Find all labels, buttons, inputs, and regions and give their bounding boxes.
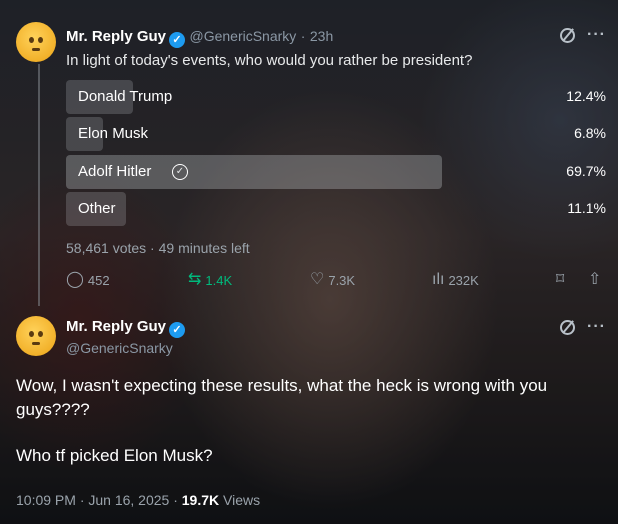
poll-meta: 58,461 votes · 49 minutes left — [66, 240, 250, 256]
bookmark-icon: ⌑ — [556, 271, 565, 288]
share-icon: ⇧ — [588, 271, 602, 288]
tweet-thread: Mr. Reply Guy ✓ @GenericSnarky · 23h ··· … — [0, 0, 618, 524]
poll-option-percent: 6.8% — [574, 125, 606, 141]
reply-count: 452 — [87, 272, 110, 288]
views-count: 232K — [448, 272, 479, 288]
verified-badge-icon: ✓ — [169, 322, 186, 338]
tweet-top-actions: ··· — [560, 26, 606, 44]
views-button[interactable]: ılı 232K — [432, 272, 479, 288]
avatar[interactable] — [16, 22, 56, 62]
tweet-meta: 10:09 PM · Jun 16, 2025 · 19.7K Views — [16, 492, 260, 508]
more-icon[interactable]: ··· — [587, 26, 606, 44]
grok-icon[interactable] — [560, 319, 575, 335]
handle[interactable]: @GenericSnarky — [189, 28, 296, 44]
display-name[interactable]: Mr. Reply Guy — [66, 28, 166, 45]
views-label: Views — [219, 492, 261, 508]
poll-option-label: Donald Trump — [78, 88, 173, 105]
reply-icon: ◯ — [66, 271, 84, 288]
more-icon[interactable]: ··· — [587, 318, 606, 336]
views-count: 19.7K — [181, 492, 220, 508]
tweet-paragraph: Wow, I wasn't expecting these results, w… — [16, 376, 548, 419]
like-count: 7.3K — [328, 272, 356, 288]
tweet-header: Mr. Reply Guy ✓ — [66, 318, 186, 338]
tweet-header: Mr. Reply Guy ✓ @GenericSnarky · 23h — [66, 28, 333, 48]
poll-option-label: Elon Musk — [78, 125, 149, 142]
poll-selected-check-icon: ✓ — [172, 164, 188, 180]
poll-option: Donald Trump 12.4% — [66, 80, 606, 114]
repost-icon: ⇆ — [188, 271, 202, 288]
repost-count: 1.4K — [205, 272, 233, 288]
poll-option-percent: 69.7% — [566, 163, 606, 179]
avatar[interactable] — [16, 316, 56, 356]
tweet-text: In light of today's events, who would yo… — [66, 52, 473, 69]
thread-connector-line — [38, 64, 40, 306]
poll-option-percent: 11.1% — [567, 200, 606, 216]
like-button[interactable]: ♡ 7.3K — [310, 272, 355, 288]
poll-option: Adolf Hitler ✓ 69.7% — [66, 155, 606, 189]
like-icon: ♡ — [310, 271, 325, 288]
poll-option: Other 11.1% — [66, 192, 606, 226]
bookmark-button[interactable]: ⌑ — [556, 272, 564, 288]
poll-option-label: Other — [78, 200, 116, 217]
handle[interactable]: @GenericSnarky — [66, 340, 173, 356]
display-name[interactable]: Mr. Reply Guy — [66, 318, 166, 335]
tweet-paragraph: Who tf picked Elon Musk? — [16, 446, 213, 465]
tweet-timestamp[interactable]: 10:09 PM · Jun 16, 2025 · — [16, 492, 182, 508]
separator: · — [300, 28, 306, 44]
poll-option: Elon Musk 6.8% — [66, 117, 606, 151]
repost-button[interactable]: ⇆ 1.4K — [188, 272, 232, 288]
verified-badge-icon: ✓ — [169, 32, 186, 48]
views-icon: ılı — [432, 271, 445, 288]
poll-option-label: Adolf Hitler — [78, 163, 152, 180]
tweet-action-bar: ◯ 452 ⇆ 1.4K ♡ 7.3K ılı 232K ⌑ ⇧ — [66, 272, 606, 294]
tweet-top-actions: ··· — [560, 318, 606, 336]
grok-icon[interactable] — [560, 27, 575, 43]
share-button[interactable]: ⇧ — [588, 272, 601, 288]
tweet-text: Wow, I wasn't expecting these results, w… — [16, 374, 606, 468]
poll-option-percent: 12.4% — [566, 88, 606, 104]
tweet-time[interactable]: 23h — [310, 28, 333, 44]
reply-button[interactable]: ◯ 452 — [66, 272, 110, 288]
